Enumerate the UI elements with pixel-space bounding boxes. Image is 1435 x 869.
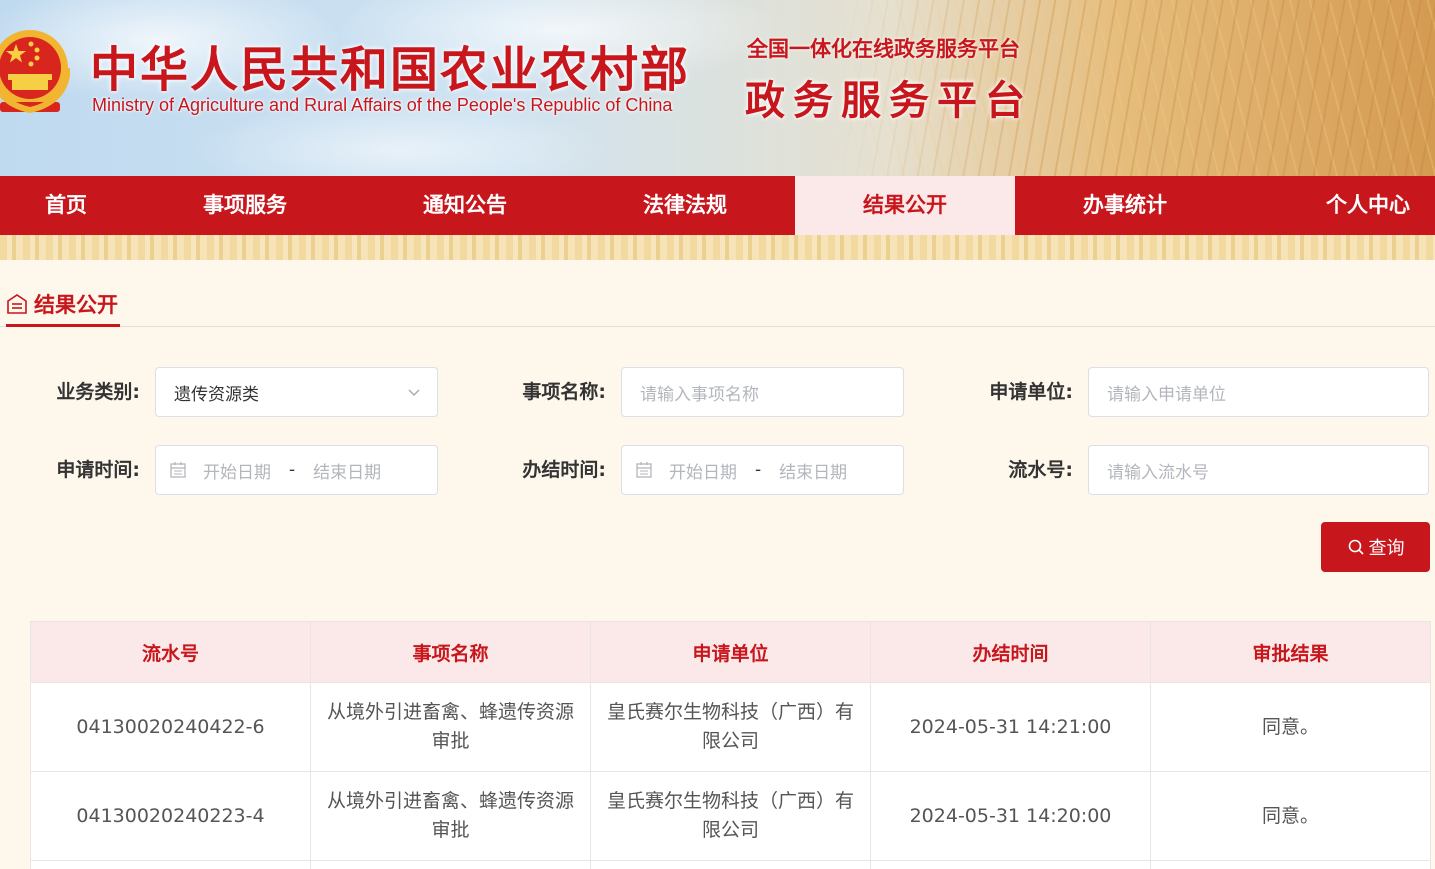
item-name-input[interactable]: 请输入事项名称 bbox=[621, 367, 904, 417]
item-name-label: 事项名称: bbox=[522, 381, 606, 403]
chevron-down-icon bbox=[408, 389, 420, 397]
ministry-name-en: Ministry of Agriculture and Rural Affair… bbox=[92, 95, 673, 115]
date-separator: - bbox=[289, 460, 296, 480]
cell-applicant: 皇氏赛尔生物科技（广西）有限公司 bbox=[590, 771, 871, 861]
cell-result: 同意。 bbox=[1150, 682, 1431, 772]
search-icon bbox=[1348, 539, 1364, 555]
table-header-row: 流水号 事项名称 申请单位 办结时间 审批结果 bbox=[30, 621, 1431, 683]
site-banner: 中华人民共和国农业农村部 Ministry of Agriculture and… bbox=[0, 0, 1435, 176]
nav-item-statistics[interactable]: 办事统计 bbox=[1015, 176, 1235, 235]
calendar-icon bbox=[170, 462, 186, 478]
cell-finish-time: 2024-05-31 14:20:00 bbox=[870, 771, 1151, 861]
finish-time-range-picker[interactable]: 开始日期 - 结束日期 bbox=[621, 445, 904, 495]
serial-placeholder: 请输入流水号 bbox=[1107, 462, 1209, 483]
document-icon bbox=[7, 293, 27, 314]
apply-end-date-input[interactable]: 结束日期 bbox=[313, 458, 381, 483]
apply-time-label: 申请时间: bbox=[56, 459, 140, 481]
decorative-strip bbox=[0, 235, 1435, 260]
nav-item-results[interactable]: 结果公开 bbox=[795, 176, 1015, 235]
col-header-applicant: 申请单位 bbox=[590, 621, 871, 683]
search-button[interactable]: 查询 bbox=[1321, 522, 1430, 572]
cell-item: 从境外引进畜禽、蜂遗传资源审批 bbox=[310, 682, 591, 772]
section-title: 结果公开 bbox=[34, 292, 118, 317]
nav-item-notices[interactable]: 通知公告 bbox=[355, 176, 575, 235]
nav-item-services[interactable]: 事项服务 bbox=[135, 176, 355, 235]
serial-label: 流水号: bbox=[1008, 459, 1073, 481]
item-name-placeholder: 请输入事项名称 bbox=[640, 384, 759, 405]
ministry-name-cn: 中华人民共和国农业农村部 bbox=[90, 42, 691, 98]
cell-empty bbox=[30, 860, 311, 869]
calendar-icon bbox=[636, 462, 652, 478]
cell-applicant: 皇氏赛尔生物科技（广西）有限公司 bbox=[590, 682, 871, 772]
cell-empty bbox=[870, 860, 1151, 869]
nav-item-home[interactable]: 首页 bbox=[0, 176, 135, 235]
search-button-label: 查询 bbox=[1368, 538, 1405, 559]
apply-time-range-picker[interactable]: 开始日期 - 结束日期 bbox=[155, 445, 438, 495]
cell-empty bbox=[310, 860, 591, 869]
main-nav: 首页 事项服务 通知公告 法律法规 结果公开 办事统计 个人中心 bbox=[0, 176, 1435, 235]
results-table: 流水号 事项名称 申请单位 办结时间 审批结果 04130020240422-6… bbox=[30, 621, 1431, 869]
cell-serial: 04130020240223-4 bbox=[30, 771, 311, 861]
finish-time-label: 办结时间: bbox=[522, 459, 606, 481]
finish-end-date-input[interactable]: 结束日期 bbox=[779, 458, 847, 483]
national-emblem-icon bbox=[0, 30, 70, 114]
applicant-placeholder: 请输入申请单位 bbox=[1107, 384, 1226, 405]
applicant-label: 申请单位: bbox=[989, 381, 1073, 403]
category-selected-value: 遗传资源类 bbox=[174, 384, 259, 405]
apply-start-date-input[interactable]: 开始日期 bbox=[203, 458, 271, 483]
category-select[interactable]: 遗传资源类 bbox=[155, 367, 438, 417]
nav-item-personal-center[interactable]: 个人中心 bbox=[1235, 176, 1435, 235]
col-header-item: 事项名称 bbox=[310, 621, 591, 683]
cell-finish-time: 2024-05-31 14:21:00 bbox=[870, 682, 1151, 772]
table-row[interactable]: 04130020240223-4 从境外引进畜禽、蜂遗传资源审批 皇氏赛尔生物科… bbox=[30, 771, 1431, 861]
finish-start-date-input[interactable]: 开始日期 bbox=[669, 458, 737, 483]
section-header: 结果公开 bbox=[0, 283, 1435, 327]
platform-subtitle: 全国一体化在线政务服务平台 bbox=[747, 37, 1020, 61]
category-label: 业务类别: bbox=[56, 381, 140, 403]
nav-item-laws[interactable]: 法律法规 bbox=[575, 176, 795, 235]
section-title-wrap: 结果公开 bbox=[6, 283, 120, 327]
cell-item: 从境外引进畜禽、蜂遗传资源审批 bbox=[310, 771, 591, 861]
cell-empty bbox=[590, 860, 871, 869]
table-row[interactable] bbox=[30, 860, 1431, 869]
cell-empty bbox=[1150, 860, 1431, 869]
cell-result: 同意。 bbox=[1150, 771, 1431, 861]
col-header-result: 审批结果 bbox=[1150, 621, 1431, 683]
serial-input[interactable]: 请输入流水号 bbox=[1088, 445, 1429, 495]
platform-title: 政务服务平台 bbox=[745, 78, 1033, 124]
applicant-input[interactable]: 请输入申请单位 bbox=[1088, 367, 1429, 417]
table-row[interactable]: 04130020240422-6 从境外引进畜禽、蜂遗传资源审批 皇氏赛尔生物科… bbox=[30, 682, 1431, 772]
col-header-serial: 流水号 bbox=[30, 621, 311, 683]
col-header-finish-time: 办结时间 bbox=[870, 621, 1151, 683]
cell-serial: 04130020240422-6 bbox=[30, 682, 311, 772]
date-separator: - bbox=[755, 460, 762, 480]
